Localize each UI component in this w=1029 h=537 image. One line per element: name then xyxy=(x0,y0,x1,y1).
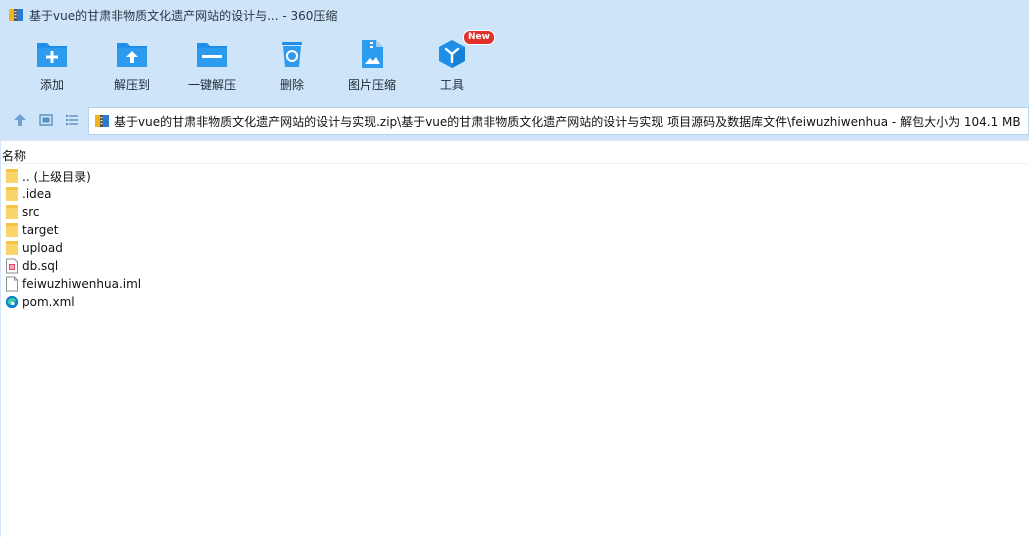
address-path-text: 基于vue的甘肃非物质文化遗产网站的设计与实现.zip\基于vue的甘肃非物质文… xyxy=(114,114,1021,129)
extract-to-label: 解压到 xyxy=(113,78,150,92)
address-row: 基于vue的甘肃非物质文化遗产网站的设计与实现.zip\基于vue的甘肃非物质文… xyxy=(0,102,1029,140)
tools-label: 工具 xyxy=(439,78,464,92)
file-name: pom.xml xyxy=(22,295,75,309)
folder-icon xyxy=(6,223,18,237)
file-name: feiwuzhiwenhua.iml xyxy=(22,277,142,291)
one-click-extract-button[interactable]: 一键解压 xyxy=(172,36,252,96)
tools-button[interactable]: New 工具 xyxy=(412,30,495,96)
folder-icon xyxy=(6,205,18,219)
file-name: .. (上级目录) xyxy=(22,169,91,184)
header-divider xyxy=(1,163,1029,164)
file-name: upload xyxy=(22,241,63,255)
file-name: .idea xyxy=(22,187,52,201)
sql-file-icon xyxy=(6,258,18,274)
archive-window: 基于vue的甘肃非物质文化遗产网站的设计与... - 360压缩 添加 解压到 xyxy=(0,0,1029,537)
recycle-bin-icon xyxy=(282,42,302,67)
list-item-db-sql[interactable]: db.sql xyxy=(5,257,405,275)
image-compress-label: 图片压缩 xyxy=(347,78,396,92)
list-item-pom-xml[interactable]: pom.xml xyxy=(5,293,405,311)
edge-browser-icon xyxy=(5,295,19,309)
list-item-iml[interactable]: feiwuzhiwenhua.iml xyxy=(5,275,405,293)
list-item-target[interactable]: target xyxy=(5,221,405,239)
extract-to-button[interactable]: 解压到 xyxy=(92,36,172,96)
column-name-header[interactable]: 名称 xyxy=(2,147,26,164)
delete-label: 删除 xyxy=(279,78,304,92)
address-path-field[interactable]: 基于vue的甘肃非物质文化遗产网站的设计与实现.zip\基于vue的甘肃非物质文… xyxy=(88,107,1029,135)
one-click-extract-icon xyxy=(197,43,227,67)
image-compress-button[interactable]: 图片压缩 xyxy=(332,36,412,96)
up-arrow-icon[interactable] xyxy=(12,112,28,128)
zip-file-icon xyxy=(95,115,109,127)
folder-icon xyxy=(6,169,18,183)
one-click-extract-label: 一键解压 xyxy=(187,78,236,92)
list-item-parent-dir[interactable]: .. (上级目录) xyxy=(5,167,405,185)
add-button[interactable]: 添加 xyxy=(12,36,92,96)
file-name: target xyxy=(22,223,59,237)
tools-cube-icon xyxy=(439,40,465,68)
extract-to-icon xyxy=(117,43,147,67)
add-label: 添加 xyxy=(39,78,64,92)
toolbar: 添加 解压到 一键解压 删除 图片压缩 New 工具 xyxy=(0,30,1029,102)
new-badge: New xyxy=(463,30,495,45)
file-list[interactable]: 名称 .. (上级目录) .idea src target upload db.… xyxy=(0,140,1029,537)
zip-app-icon xyxy=(9,9,23,21)
list-view-icon[interactable] xyxy=(64,112,80,128)
window-title: 基于vue的甘肃非物质文化遗产网站的设计与... - 360压缩 xyxy=(29,8,338,23)
file-name: src xyxy=(22,205,40,219)
add-folder-icon xyxy=(37,43,67,67)
file-name: db.sql xyxy=(22,259,59,273)
list-item-src[interactable]: src xyxy=(5,203,405,221)
column-header: 名称 xyxy=(1,140,1029,164)
delete-button[interactable]: 删除 xyxy=(252,36,332,96)
list-item-upload[interactable]: upload xyxy=(5,239,405,257)
list-item-idea[interactable]: .idea xyxy=(5,185,405,203)
folder-icon xyxy=(6,241,18,255)
thumbnail-view-icon[interactable] xyxy=(38,112,54,128)
blank-file-icon xyxy=(6,276,18,292)
folder-icon xyxy=(6,187,18,201)
title-bar[interactable]: 基于vue的甘肃非物质文化遗产网站的设计与... - 360压缩 xyxy=(0,0,1029,30)
image-compress-icon xyxy=(362,40,383,68)
